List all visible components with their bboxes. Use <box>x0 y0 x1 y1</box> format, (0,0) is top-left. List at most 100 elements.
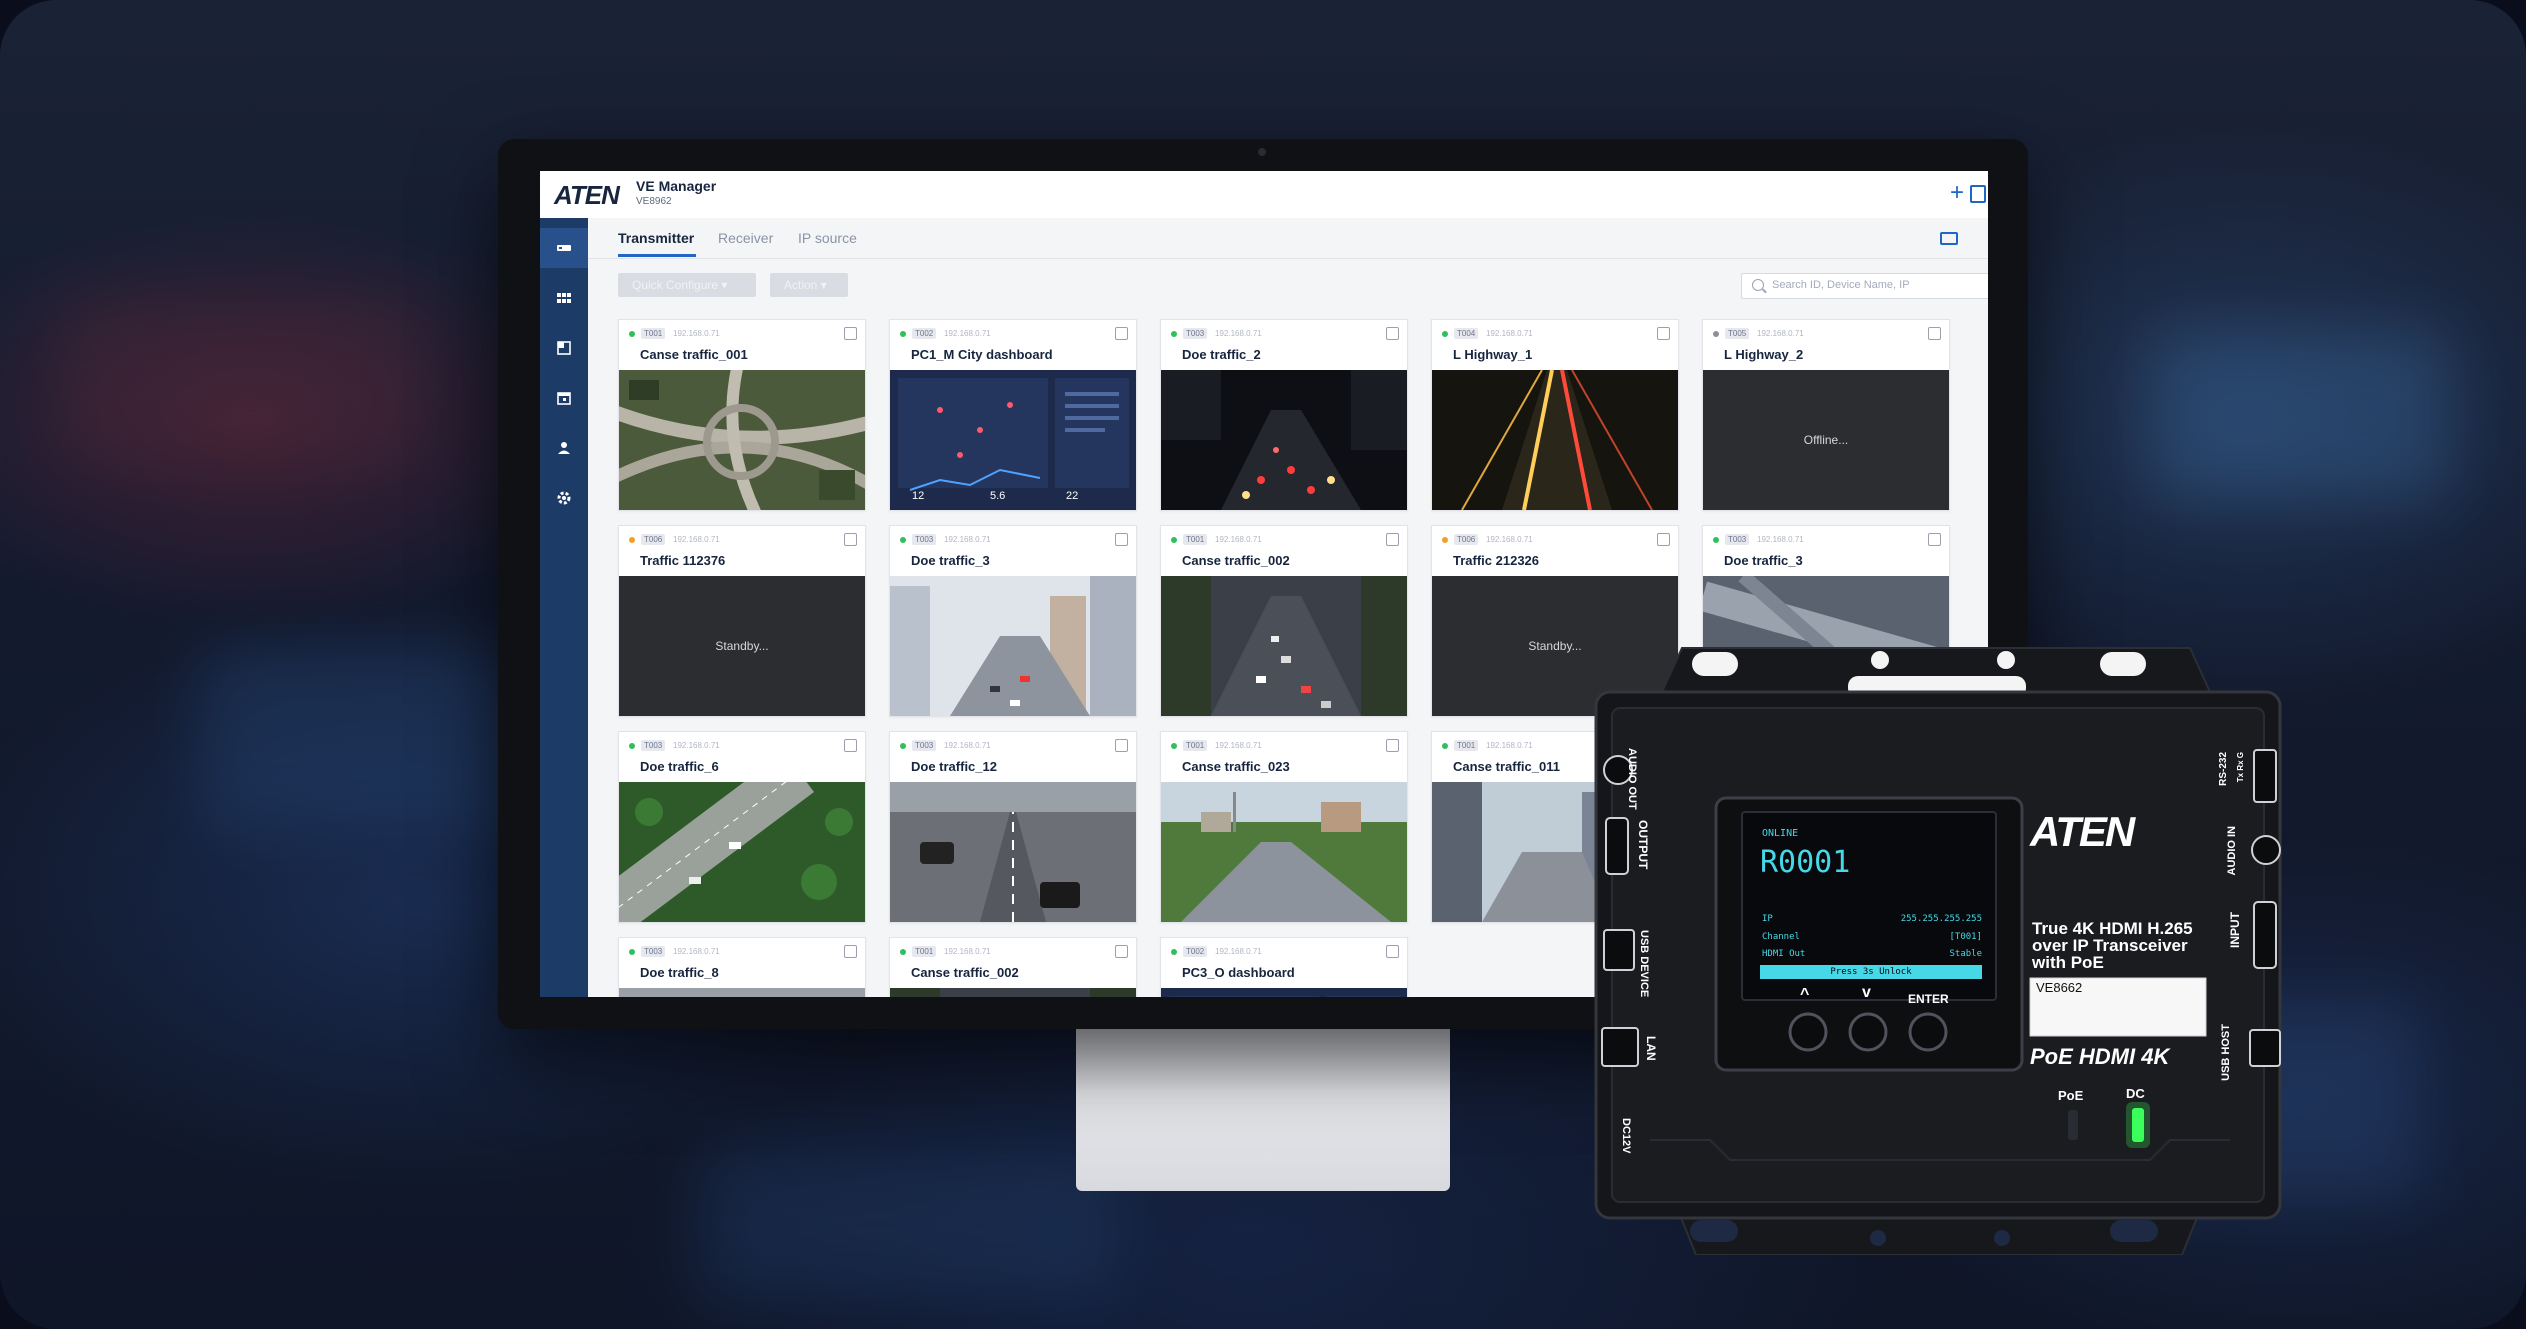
transmitter-id: T002 <box>912 328 937 339</box>
video-thumbnail[interactable] <box>1161 782 1407 922</box>
audio-out-port-label: AUDIO OUT <box>1626 748 1638 810</box>
select-checkbox[interactable] <box>1657 533 1670 546</box>
select-checkbox[interactable] <box>1386 533 1399 546</box>
tab-transmitter[interactable]: Transmitter <box>618 230 694 246</box>
device-card[interactable]: T001 192.168.0.71 Canse traffic_002 <box>889 937 1137 997</box>
device-card[interactable]: T003 192.168.0.71 Doe traffic_6 <box>618 731 866 923</box>
calendar-icon <box>557 392 571 405</box>
lan-port-label: LAN <box>1644 1036 1658 1061</box>
device-card[interactable]: T001 192.168.0.71 Canse traffic_002 <box>1160 525 1408 717</box>
video-thumbnail[interactable] <box>619 370 865 510</box>
select-checkbox[interactable] <box>844 739 857 752</box>
select-checkbox[interactable] <box>844 533 857 546</box>
status-dot <box>1442 743 1448 749</box>
device-card[interactable]: T001 192.168.0.71 Canse traffic_001 <box>618 319 866 511</box>
select-checkbox[interactable] <box>1928 533 1941 546</box>
aten-brand-logo: ATEN <box>2030 808 2135 855</box>
video-thumbnail[interactable]: 125.622 <box>890 370 1136 510</box>
lcd-channel-value: [T001] <box>1949 932 1982 942</box>
bg-blur <box>200 650 520 830</box>
select-checkbox[interactable] <box>1928 327 1941 340</box>
sidebar-item-devices[interactable] <box>540 228 588 268</box>
device-card[interactable]: T005 192.168.0.71 L Highway_2 Offline... <box>1702 319 1950 511</box>
add-icon[interactable]: + <box>1950 179 1964 207</box>
select-checkbox[interactable] <box>1657 327 1670 340</box>
device-card[interactable]: T003 192.168.0.71 Doe traffic_3 <box>889 525 1137 717</box>
video-thumbnail[interactable] <box>890 576 1136 716</box>
device-card[interactable]: T003 192.168.0.71 Doe traffic_2 <box>1160 319 1408 511</box>
device-card[interactable]: T003 192.168.0.71 Doe traffic_8 <box>618 937 866 997</box>
select-checkbox[interactable] <box>1386 327 1399 340</box>
select-checkbox[interactable] <box>1115 327 1128 340</box>
action-button[interactable]: Action ▾ <box>770 273 848 297</box>
video-thumbnail[interactable] <box>890 988 1136 997</box>
thumbnail-image <box>890 988 1136 997</box>
dc-port-label: DC12V <box>1620 1118 1632 1154</box>
device-ip: 192.168.0.71 <box>944 741 991 750</box>
device-ip: 192.168.0.71 <box>944 329 991 338</box>
search-input[interactable]: Search ID, Device Name, IP <box>1772 279 1910 291</box>
up-button-label[interactable]: ^ <box>1800 986 1809 1004</box>
enter-button-label[interactable]: ENTER <box>1908 992 1949 1006</box>
status-dot <box>900 743 906 749</box>
product-title-line2: over IP Transceiver <box>2032 936 2188 955</box>
search-box[interactable]: Search ID, Device Name, IP <box>1741 273 1988 299</box>
status-dot <box>900 537 906 543</box>
device-card[interactable]: T002 192.168.0.71 PC1_M City dashboard 12 5.… <box>889 319 1137 511</box>
video-thumbnail[interactable] <box>1161 370 1407 510</box>
sidebar-item-users[interactable] <box>540 428 588 468</box>
device-ip: 192.168.0.71 <box>1486 329 1533 338</box>
user-icon <box>558 442 570 454</box>
device-card[interactable]: T004 192.168.0.71 L Highway_1 <box>1431 319 1679 511</box>
device-card[interactable]: T001 192.168.0.71 Canse traffic_023 <box>1160 731 1408 923</box>
video-thumbnail[interactable]: Standby... <box>619 576 865 716</box>
select-checkbox[interactable] <box>1115 739 1128 752</box>
video-thumbnail[interactable] <box>1161 576 1407 716</box>
webcam <box>1258 148 1266 156</box>
quick-configure-label: Quick Configure <box>632 278 719 292</box>
product-title: True 4K HDMI H.265 over IP Transceiver w… <box>2032 920 2193 971</box>
quick-configure-button[interactable]: Quick Configure ▾ <box>618 273 756 297</box>
device-ip: 192.168.0.71 <box>673 947 720 956</box>
exit-icon[interactable] <box>1970 185 1986 203</box>
sidebar-item-schedule[interactable] <box>540 378 588 418</box>
thumbnail-image <box>1432 370 1678 510</box>
device-name: Traffic 112376 <box>640 553 726 568</box>
down-button-label[interactable]: v <box>1862 984 1871 1002</box>
video-thumbnail[interactable]: Offline... <box>1703 370 1949 510</box>
tab-ip-source[interactable]: IP source <box>798 230 857 246</box>
view-toggle-icon[interactable] <box>1940 232 1958 245</box>
rs232-pins-label: Tx Rx G <box>2236 752 2245 783</box>
video-thumbnail[interactable] <box>619 782 865 922</box>
select-checkbox[interactable] <box>1115 533 1128 546</box>
lcd-hdmi-row: HDMI Out Stable <box>1762 949 1982 959</box>
lcd-hdmi-label: HDMI Out <box>1762 949 1806 959</box>
transmitter-id: T001 <box>1454 740 1479 751</box>
device-card[interactable]: T006 192.168.0.71 Traffic 112376 Standby... <box>618 525 866 717</box>
sidebar-item-layout[interactable] <box>540 328 588 368</box>
select-checkbox[interactable] <box>1386 945 1399 958</box>
sidebar-item-grid[interactable] <box>540 278 588 318</box>
select-checkbox[interactable] <box>844 945 857 958</box>
device-name: Doe traffic_3 <box>911 553 990 568</box>
hero-scene: ATEN VE Manager VE8962 + Transmitter Rec… <box>0 0 2526 1329</box>
video-thumbnail[interactable] <box>890 782 1136 922</box>
thumbnail-image <box>1161 576 1407 716</box>
device-card[interactable]: T002 192.168.0.71 PC3_O dashboard 125.622 <box>1160 937 1408 997</box>
thumbnail-image <box>1161 782 1407 922</box>
device-name: PC3_O dashboard <box>1182 965 1295 980</box>
select-checkbox[interactable] <box>1386 739 1399 752</box>
video-thumbnail[interactable] <box>619 988 865 997</box>
video-thumbnail[interactable]: 125.622 <box>1161 988 1407 997</box>
transmitter-id: T001 <box>1183 740 1208 751</box>
device-card[interactable]: T003 192.168.0.71 Doe traffic_12 <box>889 731 1137 923</box>
certification-logos: PoE HDMI 4K <box>2030 1044 2170 1069</box>
thumbnail-image <box>890 370 1136 510</box>
tab-receiver[interactable]: Receiver <box>718 230 773 246</box>
sidebar-item-settings[interactable] <box>540 478 588 518</box>
select-checkbox[interactable] <box>1115 945 1128 958</box>
video-thumbnail[interactable] <box>1432 370 1678 510</box>
select-checkbox[interactable] <box>844 327 857 340</box>
output-port-label: OUTPUT <box>1636 820 1650 870</box>
device-ip: 192.168.0.71 <box>1215 947 1262 956</box>
